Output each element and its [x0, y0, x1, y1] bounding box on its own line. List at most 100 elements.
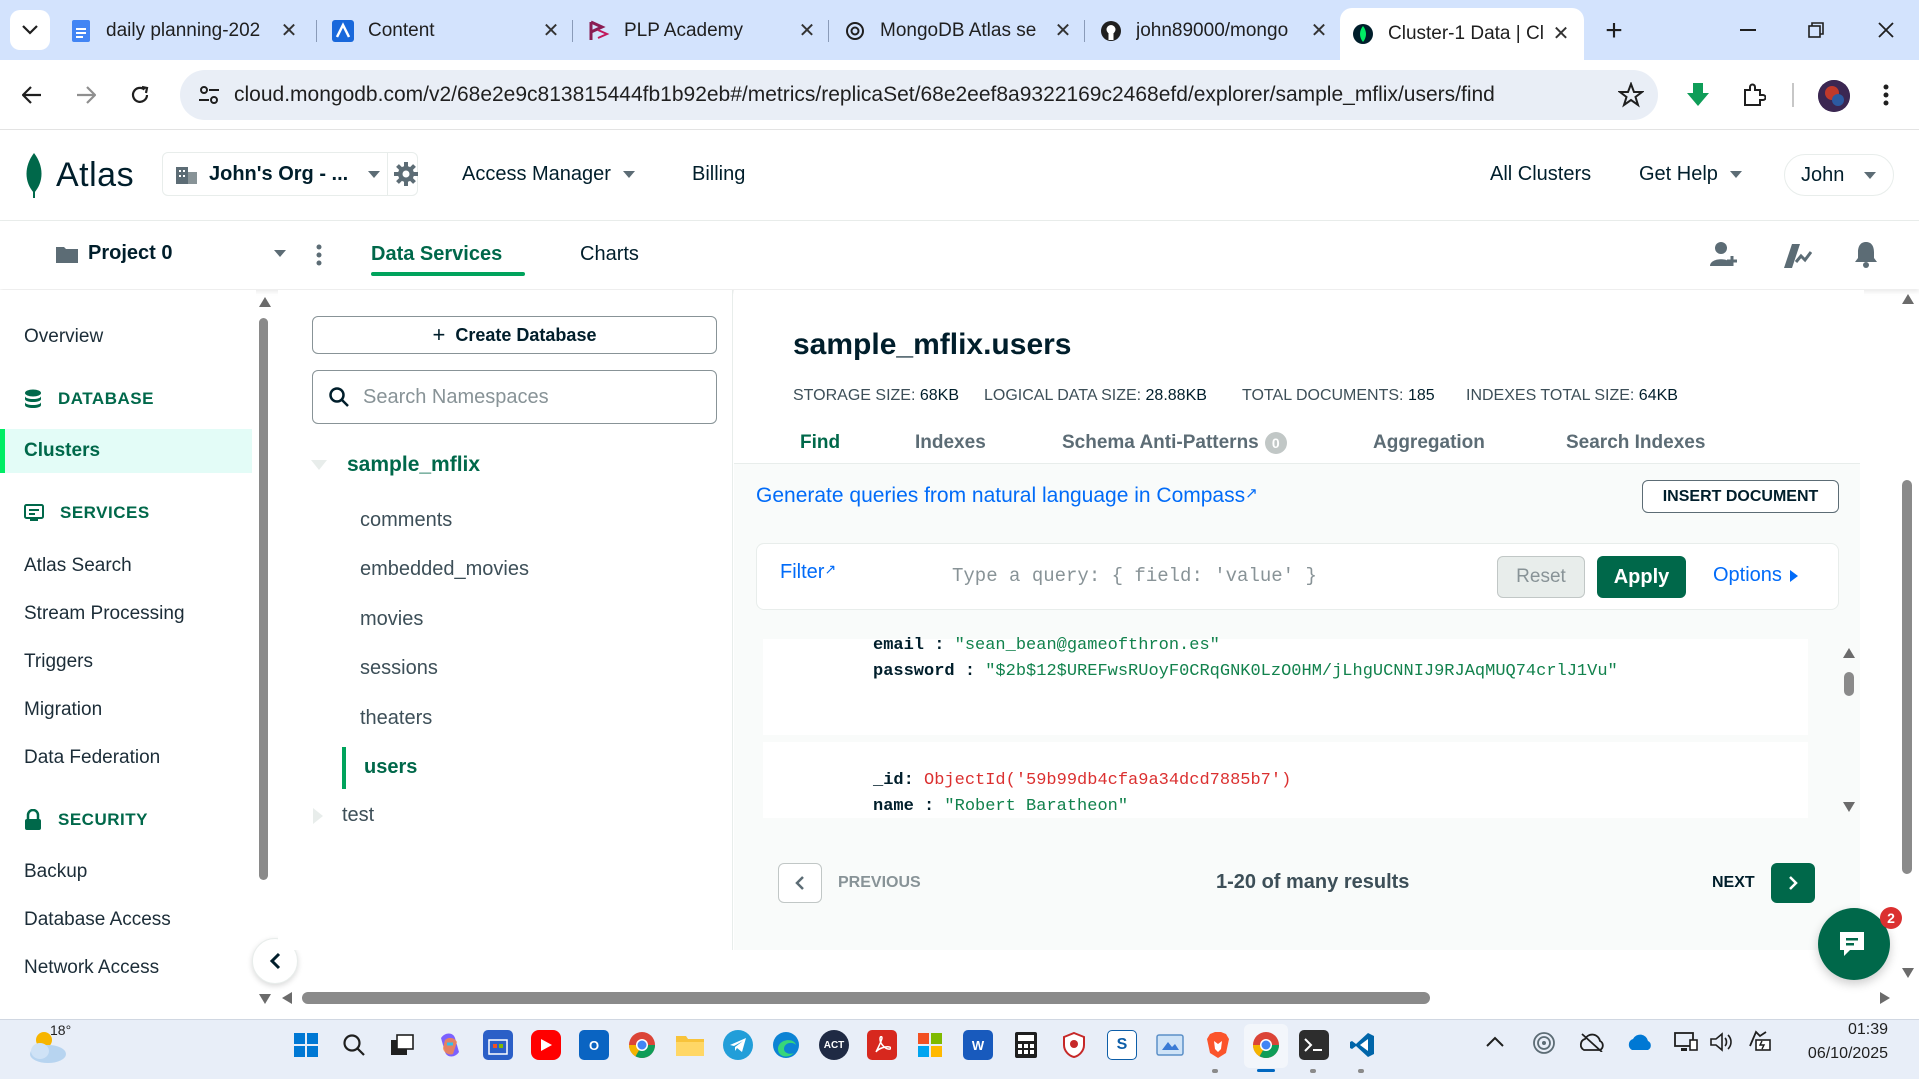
next-label[interactable]: NEXT: [1712, 874, 1755, 892]
reset-button[interactable]: Reset: [1497, 556, 1585, 598]
sidebar-item-backup[interactable]: Backup: [24, 861, 87, 883]
browser-tab[interactable]: daily planning-202 ✕: [58, 10, 312, 52]
onedrive-offline-icon[interactable]: [1578, 1032, 1606, 1052]
sidebar-scroll-down[interactable]: [259, 994, 271, 1004]
project-selector[interactable]: Project 0: [56, 242, 286, 265]
copilot-icon[interactable]: [435, 1030, 465, 1060]
close-window-button[interactable]: [1866, 12, 1906, 48]
h-scroll-right[interactable]: [1880, 992, 1890, 1004]
tab-indexes[interactable]: Indexes: [915, 432, 986, 454]
outlook-icon[interactable]: O: [579, 1030, 609, 1060]
search-icon[interactable]: [339, 1030, 369, 1060]
sidebar-item-atlas-search[interactable]: Atlas Search: [24, 555, 132, 577]
word-icon[interactable]: W: [963, 1030, 993, 1060]
get-help-menu[interactable]: Get Help: [1639, 163, 1742, 186]
close-icon[interactable]: ✕: [796, 20, 818, 42]
expand-db-toggle[interactable]: [311, 460, 327, 470]
windows-start-icon[interactable]: [291, 1030, 321, 1060]
battery-charging-icon[interactable]: [1746, 1030, 1772, 1054]
collection-item-sessions[interactable]: sessions: [360, 657, 438, 680]
sidebar-item-database-access[interactable]: Database Access: [24, 909, 171, 931]
access-manager-menu[interactable]: Access Manager: [462, 163, 635, 186]
close-icon[interactable]: ✕: [278, 20, 300, 42]
clock-time[interactable]: 01:39: [1808, 1021, 1888, 1039]
doc-scroll-down[interactable]: [1843, 802, 1855, 812]
browser-tab-active[interactable]: Cluster-1 Data | Cl ✕: [1340, 8, 1584, 60]
sidebar-item-migration[interactable]: Migration: [24, 699, 102, 721]
extensions-button[interactable]: [1736, 77, 1772, 113]
sidebar-scrollbar-thumb[interactable]: [259, 318, 268, 880]
tab-search-indexes[interactable]: Search Indexes: [1566, 432, 1705, 454]
chrome-icon[interactable]: [627, 1030, 657, 1060]
collection-item-embedded-movies[interactable]: embedded_movies: [360, 558, 529, 581]
calculator-icon[interactable]: [1011, 1030, 1041, 1060]
telegram-icon[interactable]: [723, 1030, 753, 1060]
collection-item-theaters[interactable]: theaters: [360, 707, 432, 730]
browser-tab[interactable]: MongoDB Atlas se ✕: [832, 10, 1086, 52]
sidebar-item-overview[interactable]: Overview: [24, 326, 103, 348]
sidebar-item-clusters[interactable]: Clusters: [24, 440, 100, 462]
project-more-button[interactable]: [316, 244, 322, 266]
database-item-sample-mflix[interactable]: sample_mflix: [347, 453, 480, 477]
next-page-button[interactable]: [1771, 863, 1815, 903]
namespace-search-input[interactable]: Search Namespaces: [312, 370, 717, 424]
site-settings-icon[interactable]: [198, 85, 220, 105]
minimize-button[interactable]: [1728, 12, 1768, 48]
activity-feed-button[interactable]: [1782, 240, 1812, 270]
collection-item-users[interactable]: users: [364, 756, 417, 779]
browser-tab[interactable]: Content ✕: [320, 10, 574, 52]
address-bar[interactable]: cloud.mongodb.com/v2/68e2e9c813815444fb1…: [180, 70, 1658, 120]
forward-button[interactable]: [68, 77, 104, 113]
user-menu[interactable]: John: [1784, 154, 1894, 196]
snipping-tool-icon[interactable]: [1155, 1030, 1185, 1060]
sidebar-item-data-federation[interactable]: Data Federation: [24, 747, 160, 769]
tray-overflow-button[interactable]: [1486, 1036, 1504, 1048]
expand-db-toggle[interactable]: [313, 808, 323, 824]
clock-date[interactable]: 06/10/2025: [1788, 1045, 1888, 1063]
reload-button[interactable]: [122, 77, 158, 113]
tab-data-services[interactable]: Data Services: [371, 243, 502, 266]
close-icon[interactable]: ✕: [1052, 20, 1074, 42]
page-scrollbar-thumb[interactable]: [1902, 480, 1912, 874]
bookmark-star-icon[interactable]: [1618, 82, 1644, 108]
tab-schema-anti-patterns[interactable]: Schema Anti-Patterns 0: [1062, 432, 1287, 454]
download-button[interactable]: [1680, 77, 1716, 113]
restore-button[interactable]: [1796, 12, 1836, 48]
browser-tab[interactable]: john89000/mongo ✕: [1088, 10, 1342, 52]
browser-tab[interactable]: PLP Academy ✕: [576, 10, 830, 52]
brave-icon[interactable]: [1203, 1030, 1233, 1060]
tab-search-button[interactable]: [10, 10, 50, 50]
options-toggle[interactable]: Options: [1713, 564, 1798, 587]
notifications-button[interactable]: [1854, 240, 1878, 268]
sidebar-item-stream-processing[interactable]: Stream Processing: [24, 603, 185, 625]
org-selector[interactable]: John's Org - ...: [162, 152, 418, 196]
sidebar-item-triggers[interactable]: Triggers: [24, 651, 93, 673]
h-scrollbar-thumb[interactable]: [302, 992, 1430, 1004]
network-icon[interactable]: [1674, 1030, 1698, 1054]
profile-avatar[interactable]: [1818, 80, 1850, 112]
acrobat-icon[interactable]: [867, 1030, 897, 1060]
tab-aggregation[interactable]: Aggregation: [1373, 432, 1485, 454]
previous-label[interactable]: PREVIOUS: [838, 874, 921, 892]
vscode-icon[interactable]: [1347, 1030, 1377, 1060]
all-clusters-link[interactable]: All Clusters: [1490, 163, 1591, 186]
volume-icon[interactable]: [1710, 1032, 1734, 1052]
billing-link[interactable]: Billing: [692, 163, 745, 186]
previous-page-button[interactable]: [778, 863, 822, 903]
tray-app-icon[interactable]: [1532, 1030, 1556, 1056]
tab-find[interactable]: Find: [800, 432, 840, 454]
doc-scrollbar-thumb[interactable]: [1844, 672, 1854, 696]
generate-queries-link[interactable]: Generate queries from natural language i…: [756, 484, 1258, 508]
microsoft-apps-icon[interactable]: [915, 1030, 945, 1060]
page-scroll-down[interactable]: [1902, 968, 1914, 978]
org-settings-button[interactable]: [394, 162, 418, 186]
create-database-button[interactable]: + Create Database: [312, 316, 717, 354]
chrome-icon[interactable]: [1251, 1030, 1281, 1060]
h-scroll-left[interactable]: [282, 992, 292, 1004]
invite-user-button[interactable]: [1710, 240, 1738, 268]
collection-item-comments[interactable]: comments: [360, 509, 452, 532]
file-explorer-icon[interactable]: [675, 1030, 705, 1060]
task-view-icon[interactable]: [387, 1030, 417, 1060]
skype-icon[interactable]: S: [1107, 1030, 1137, 1060]
close-icon[interactable]: ✕: [540, 20, 562, 42]
